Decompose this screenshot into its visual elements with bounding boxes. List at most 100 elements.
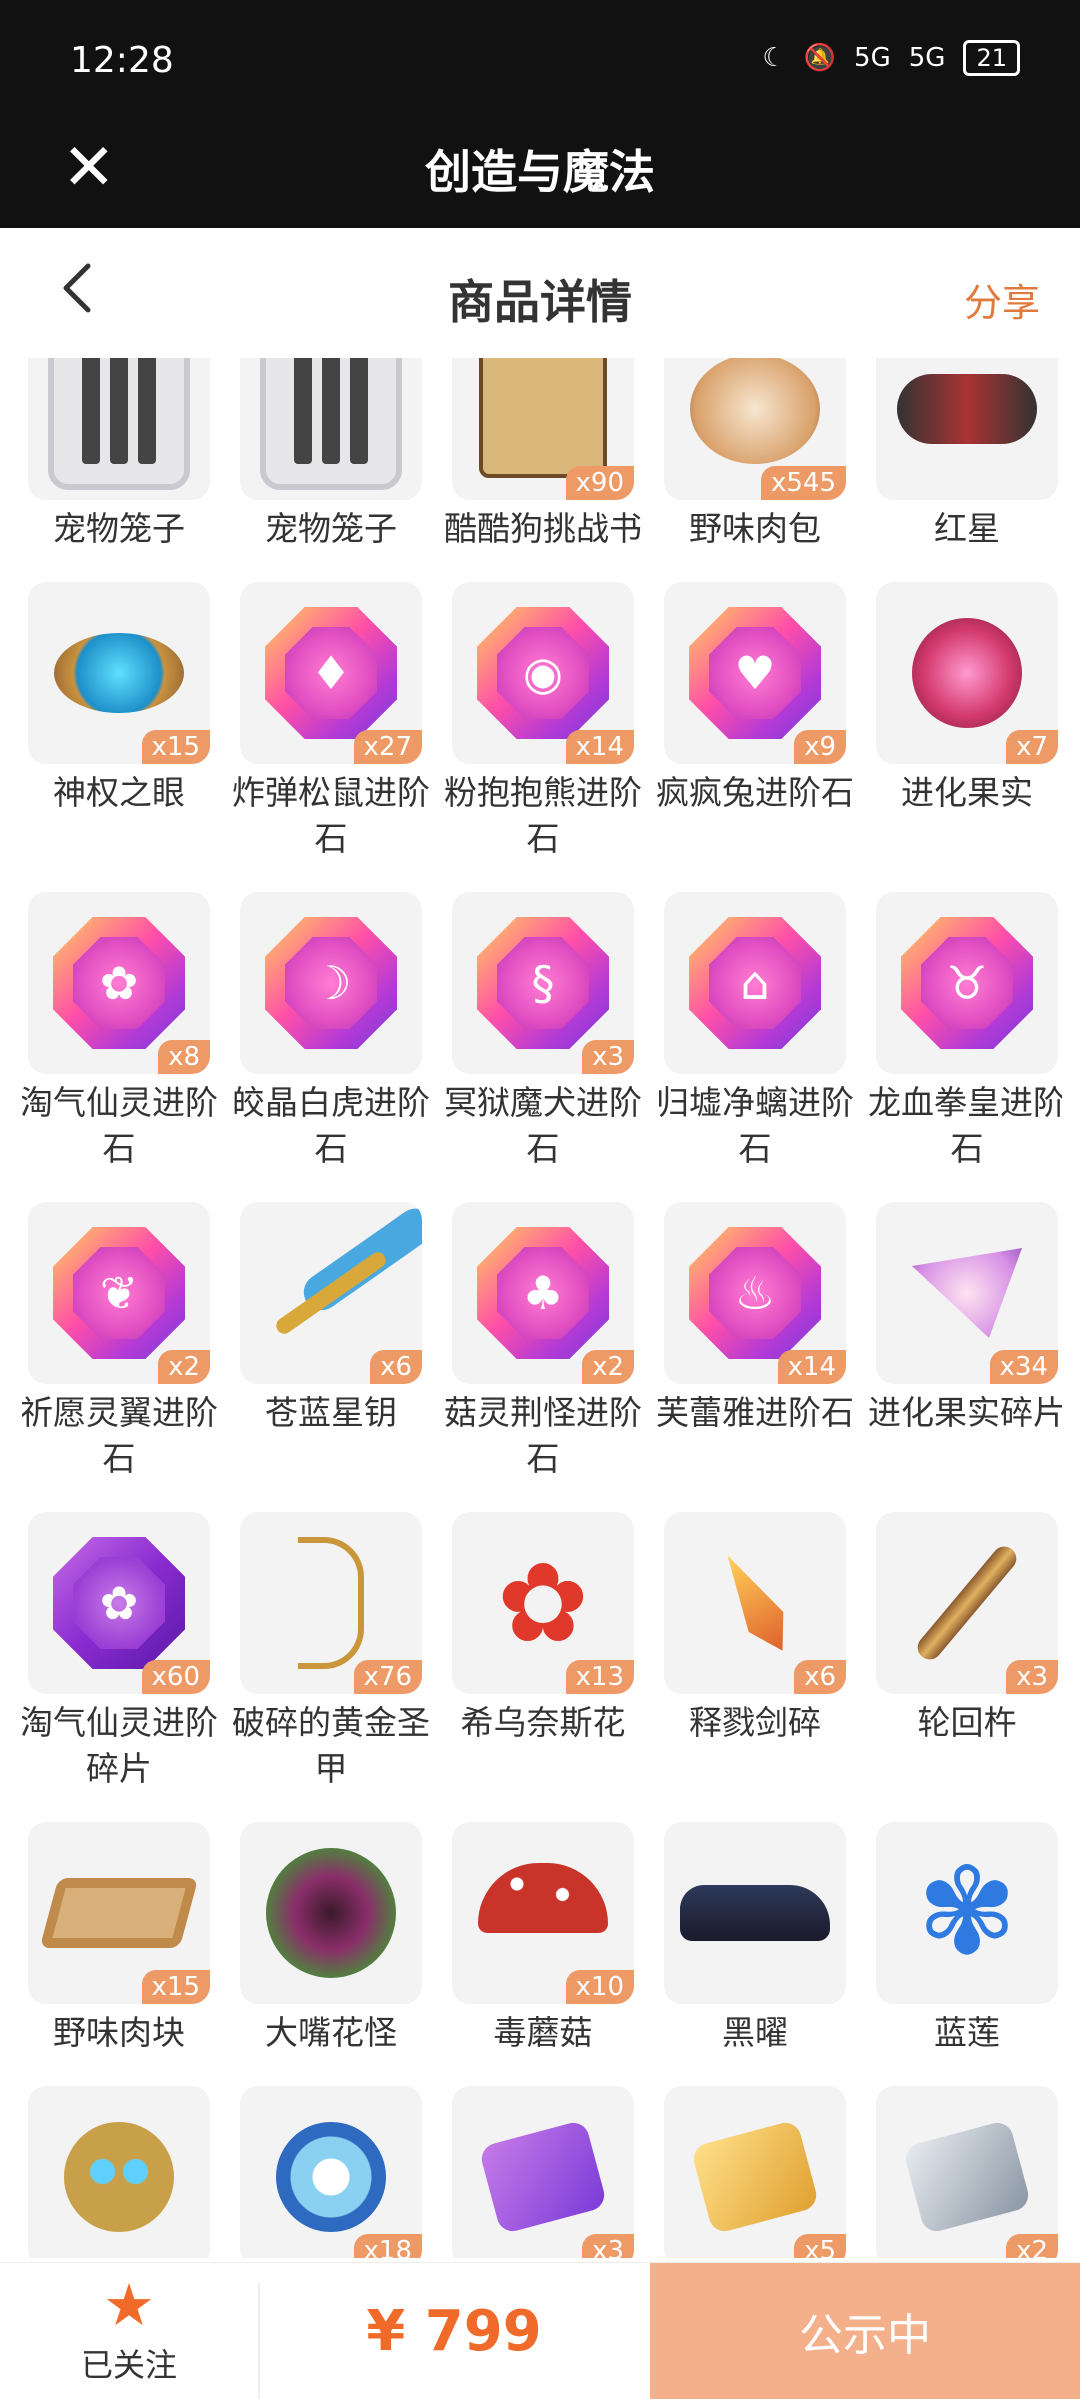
status-bar: 12:28 ☾ 🔕 5G 5G 21 bbox=[0, 0, 1080, 110]
item-card[interactable]: ♉ 龙血拳皇进阶石 bbox=[868, 892, 1062, 1172]
item-card[interactable]: ❦ x2 祈愿灵翼进阶石 bbox=[22, 1202, 218, 1482]
item-name: 黑曜 bbox=[722, 2013, 788, 2052]
item-card[interactable]: 宠物笼子 bbox=[28, 358, 210, 552]
fruit-shard-icon bbox=[912, 1248, 1022, 1338]
item-name: 淘气仙灵进阶石 bbox=[22, 1083, 218, 1168]
item-card[interactable]: ♥ x9 疯疯兔进阶石 bbox=[656, 582, 854, 862]
lotus-icon: ✾ bbox=[916, 1843, 1018, 1982]
status-button[interactable]: 公示中 bbox=[650, 2263, 1080, 2399]
quantity-badge: x545 bbox=[760, 466, 846, 500]
quantity-badge: x2 bbox=[1006, 2234, 1058, 2258]
item-card[interactable]: ✿ x13 希乌奈斯花 bbox=[452, 1512, 634, 1792]
item-image bbox=[664, 1822, 846, 2004]
quantity-badge: x14 bbox=[777, 1350, 846, 1384]
item-name: 破碎的黄金圣甲 bbox=[232, 1703, 430, 1788]
moon-icon: ☾ bbox=[762, 43, 786, 73]
mute-icon: 🔕 bbox=[803, 43, 837, 73]
quantity-badge: x2 bbox=[582, 1350, 634, 1384]
price: ¥ 799 bbox=[366, 2298, 542, 2364]
item-card[interactable]: ✿ x8 淘气仙灵进阶石 bbox=[22, 892, 218, 1172]
item-card[interactable]: x6 释戮剑碎 bbox=[664, 1512, 846, 1792]
item-image: x2 bbox=[876, 2086, 1058, 2258]
item-card[interactable]: x3 轮回杵 bbox=[876, 1512, 1058, 1792]
item-card[interactable]: x545 野味肉包 bbox=[664, 358, 846, 552]
quantity-badge: x13 bbox=[565, 1660, 634, 1694]
item-card[interactable]: ◉ x14 粉抱抱熊进阶石 bbox=[444, 582, 642, 862]
item-card[interactable]: ✾ 蓝莲 bbox=[876, 1822, 1058, 2056]
follow-label: 已关注 bbox=[80, 2346, 177, 2384]
item-card[interactable]: x76 破碎的黄金圣甲 bbox=[232, 1512, 430, 1792]
quantity-badge: x6 bbox=[794, 1660, 846, 1694]
quantity-badge: x34 bbox=[989, 1350, 1058, 1384]
item-card[interactable]: x10 毒蘑菇 bbox=[452, 1822, 634, 2056]
item-image: ❦ x2 bbox=[28, 1202, 210, 1384]
mushroom-icon bbox=[478, 1863, 608, 1933]
item-card[interactable]: ♣ x2 菇灵荆怪进阶石 bbox=[444, 1202, 642, 1482]
item-image: ⌂ bbox=[664, 892, 846, 1074]
item-card[interactable]: ☽ 皎晶白虎进阶石 bbox=[232, 892, 430, 1172]
quantity-badge: x15 bbox=[141, 1970, 210, 2004]
item-card[interactable]: x18 bbox=[240, 2086, 422, 2258]
item-name: 大嘴花怪 bbox=[265, 2013, 397, 2052]
plant-monster-icon bbox=[266, 1848, 396, 1978]
robot-icon bbox=[64, 2122, 174, 2232]
quantity-badge: x18 bbox=[353, 2234, 422, 2258]
item-image: x15 bbox=[28, 1822, 210, 2004]
item-card[interactable]: ♨ x14 芙蕾雅进阶石 bbox=[656, 1202, 854, 1482]
gem-icon: ♦ bbox=[265, 607, 397, 739]
item-card[interactable]: x34 进化果实碎片 bbox=[868, 1202, 1062, 1482]
pestle-icon bbox=[912, 1541, 1022, 1665]
item-image: x76 bbox=[240, 1512, 422, 1694]
gem-icon: ♣ bbox=[477, 1227, 609, 1359]
quantity-badge: x27 bbox=[353, 730, 422, 764]
follow-button[interactable]: ★ 已关注 bbox=[0, 2263, 258, 2399]
sword-shard-icon bbox=[710, 1545, 800, 1660]
signal-icon: 5G bbox=[854, 43, 891, 73]
item-name: 粉抱抱熊进阶石 bbox=[444, 773, 642, 858]
item-image: ♉ bbox=[876, 892, 1058, 1074]
item-card[interactable]: x2 bbox=[876, 2086, 1058, 2258]
item-card[interactable]: x5 bbox=[664, 2086, 846, 2258]
quantity-badge: x10 bbox=[565, 1970, 634, 2004]
item-card[interactable]: 宠物笼子 bbox=[240, 358, 422, 552]
item-card[interactable]: 大嘴花怪 bbox=[240, 1822, 422, 2056]
share-button[interactable]: 分享 bbox=[964, 272, 1040, 327]
item-image: ♣ x2 bbox=[452, 1202, 634, 1384]
item-card[interactable]: x6 苍蓝星钥 bbox=[240, 1202, 422, 1482]
item-card[interactable]: 红星 bbox=[876, 358, 1058, 552]
quantity-badge: x2 bbox=[158, 1350, 210, 1384]
item-image: x6 bbox=[664, 1512, 846, 1694]
item-card[interactable]: ⌂ 归墟净螭进阶石 bbox=[656, 892, 854, 1172]
armor-shard-icon bbox=[298, 1537, 364, 1669]
battery-icon: 21 bbox=[963, 40, 1020, 76]
item-name: 炸弹松鼠进阶石 bbox=[232, 773, 430, 858]
item-image: ♥ x9 bbox=[664, 582, 846, 764]
item-image: x18 bbox=[240, 2086, 422, 2258]
grid-row: x15 野味肉块 大嘴花怪 x10 毒蘑菇 黑曜 ✾ 蓝莲 bbox=[22, 1822, 1062, 2056]
item-card[interactable] bbox=[28, 2086, 210, 2258]
item-name: 龙血拳皇进阶石 bbox=[868, 1083, 1062, 1168]
item-image: ♦ x27 bbox=[240, 582, 422, 764]
item-name: 苍蓝星钥 bbox=[265, 1393, 397, 1432]
app-header: ✕ 创造与魔法 bbox=[0, 110, 1080, 228]
item-card[interactable]: 黑曜 bbox=[664, 1822, 846, 2056]
item-card[interactable]: § x3 冥狱魔犬进阶石 bbox=[444, 892, 642, 1172]
item-card[interactable]: ♦ x27 炸弹松鼠进阶石 bbox=[232, 582, 430, 862]
item-card[interactable]: x3 bbox=[452, 2086, 634, 2258]
quantity-badge: x3 bbox=[1006, 1660, 1058, 1694]
motorcycle-icon bbox=[897, 374, 1037, 444]
quantity-badge: x60 bbox=[141, 1660, 210, 1694]
item-image: ☽ bbox=[240, 892, 422, 1074]
item-image: ♨ x14 bbox=[664, 1202, 846, 1384]
item-image: ✾ bbox=[876, 1822, 1058, 2004]
item-image: x545 bbox=[664, 358, 846, 500]
item-card[interactable]: x90 酷酷狗挑战书 bbox=[444, 358, 642, 552]
item-name: 祈愿灵翼进阶石 bbox=[22, 1393, 218, 1478]
item-card[interactable]: x15 野味肉块 bbox=[28, 1822, 210, 2056]
item-name: 希乌奈斯花 bbox=[460, 1703, 626, 1742]
item-card[interactable]: ✿ x60 淘气仙灵进阶碎片 bbox=[22, 1512, 218, 1792]
item-card[interactable]: x15 神权之眼 bbox=[28, 582, 210, 862]
item-card[interactable]: x7 进化果实 bbox=[876, 582, 1058, 862]
gem-icon: ♉ bbox=[901, 917, 1033, 1049]
item-name: 野味肉包 bbox=[689, 509, 821, 548]
